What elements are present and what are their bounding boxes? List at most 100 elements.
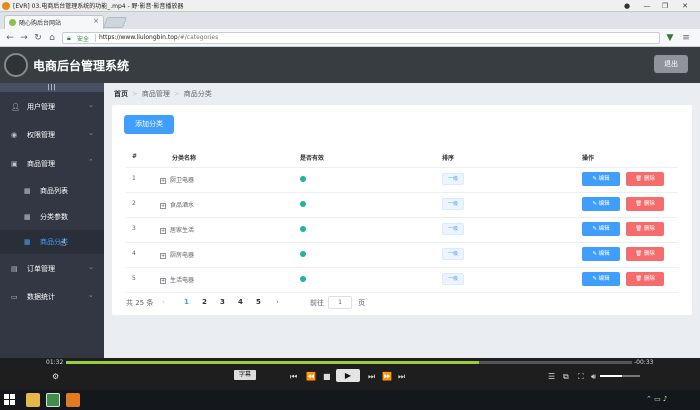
edit-button[interactable]: ✎ 编辑 bbox=[582, 247, 620, 261]
expand-icon[interactable]: + bbox=[160, 278, 166, 284]
page-number[interactable]: 2 bbox=[202, 298, 207, 306]
delete-button[interactable]: 🗑︎ 删除 bbox=[626, 172, 664, 186]
forward-icon[interactable]: → bbox=[18, 32, 30, 44]
new-tab-button[interactable] bbox=[102, 17, 128, 28]
sidebar-item-goods-list[interactable]: ▦ 商品列表 bbox=[0, 179, 104, 203]
delete-button[interactable]: 🗑︎ 删除 bbox=[626, 197, 664, 211]
volume-fill bbox=[600, 375, 622, 377]
skip-back-icon[interactable]: ⏮ bbox=[290, 372, 297, 382]
goto-page-input[interactable]: 1 bbox=[328, 296, 352, 309]
add-category-button[interactable]: 添加分类 bbox=[124, 115, 174, 134]
tab-close-icon[interactable]: × bbox=[93, 17, 99, 25]
edit-button[interactable]: ✎ 编辑 bbox=[582, 197, 620, 211]
file-explorer-icon[interactable] bbox=[26, 393, 40, 407]
logout-button[interactable]: 退出 bbox=[654, 55, 688, 73]
edit-label: 编辑 bbox=[598, 176, 610, 182]
breadcrumb-separator: > bbox=[132, 90, 138, 98]
minimize-icon[interactable]: — bbox=[640, 1, 654, 11]
elapsed-time: 01:32 bbox=[46, 359, 64, 366]
playlist-icon[interactable]: ☰ bbox=[548, 372, 555, 381]
sidebar-item-stats[interactable]: ▭ 数据统计 ⌄ bbox=[0, 285, 104, 309]
breadcrumb: 首页 > 商品管理 > 商品分类 bbox=[114, 89, 212, 99]
trash-icon: 🗑︎ bbox=[635, 276, 644, 282]
rewind-icon[interactable]: ⏪ bbox=[306, 372, 316, 381]
sidebar-item-categories[interactable]: ▦ 商品分类 ☝︎ bbox=[0, 230, 104, 254]
expand-icon[interactable]: + bbox=[160, 203, 166, 209]
play-button[interactable]: ▶ bbox=[336, 369, 360, 382]
edit-button[interactable]: ✎ 编辑 bbox=[582, 172, 620, 186]
player-settings-icon[interactable]: ⚙ bbox=[52, 372, 59, 381]
edit-button[interactable]: ✎ 编辑 bbox=[582, 222, 620, 236]
category-name-cell: + 生活电器 bbox=[160, 275, 194, 284]
seek-bar[interactable] bbox=[66, 361, 632, 364]
prev-page-icon[interactable]: ‹ bbox=[162, 298, 165, 306]
users-icon: 👤︎ bbox=[11, 103, 20, 111]
chevron-up-icon: ⌃ bbox=[88, 158, 94, 166]
browser-menu-icon[interactable]: ≡ bbox=[680, 32, 692, 44]
breadcrumb-separator: > bbox=[173, 90, 180, 98]
step-forward-icon[interactable]: ⏭ bbox=[368, 372, 375, 382]
fast-forward-icon[interactable]: ⏩ bbox=[382, 372, 392, 381]
browser-tab[interactable]: 随心购后台网站 × bbox=[4, 15, 104, 29]
fullscreen-icon[interactable]: ⛶ bbox=[578, 372, 584, 382]
screenshot-icon[interactable]: ⧉ bbox=[563, 372, 569, 382]
sidebar-item-orders[interactable]: ▤ 订单管理 ⌄ bbox=[0, 257, 104, 281]
page-number[interactable]: 3 bbox=[220, 298, 225, 306]
valid-check-icon bbox=[300, 226, 306, 232]
next-page-icon[interactable]: › bbox=[276, 298, 279, 306]
sidebar-item-label: 数据统计 bbox=[27, 293, 55, 301]
goto-prefix: 前往 bbox=[310, 299, 324, 307]
volume-icon[interactable]: 🔊︎ bbox=[591, 372, 596, 382]
breadcrumb-level1: 商品管理 bbox=[141, 90, 170, 98]
tray-icons[interactable]: ⌃ ▭ ♪ bbox=[646, 395, 667, 403]
address-bar[interactable]: 🔒︎ 安全 https://www.liulongbin.top/#/categ… bbox=[62, 32, 660, 44]
close-icon[interactable]: ✕ bbox=[678, 1, 692, 11]
row-index: 1 bbox=[132, 175, 136, 182]
edit-button[interactable]: ✎ 编辑 bbox=[582, 272, 620, 286]
sidebar-item-goods[interactable]: ▣ 商品管理 ⌃ bbox=[0, 152, 104, 176]
grid-icon: ▦ bbox=[24, 238, 31, 246]
sidebar-item-label: 用户管理 bbox=[27, 103, 55, 111]
sidebar-item-params[interactable]: ▦ 分类参数 bbox=[0, 205, 104, 229]
sidebar-item-permissions[interactable]: ◉ 权限管理 ⌄ bbox=[0, 123, 104, 147]
delete-label: 删除 bbox=[643, 251, 655, 257]
delete-button[interactable]: 🗑︎ 删除 bbox=[626, 272, 664, 286]
expand-icon[interactable]: + bbox=[160, 253, 166, 259]
player-taskbar-icon[interactable] bbox=[66, 393, 80, 407]
sidebar-toggle-button[interactable]: ||| bbox=[0, 83, 104, 92]
page-number[interactable]: 1 bbox=[184, 298, 189, 306]
player-menu-icon[interactable]: ● bbox=[620, 1, 634, 11]
player-window-title: [EVR] 03.电商后台管理系统的功能_.mp4 - 野·影音·影音播放器 bbox=[13, 3, 184, 10]
sidebar-item-users[interactable]: 👤︎ 用户管理 ⌄ bbox=[0, 95, 104, 119]
pagination: 共 25 条 ‹ 1 2 3 4 5 › 前往 1 页 bbox=[126, 296, 686, 312]
chrome-icon[interactable] bbox=[46, 393, 60, 407]
volume-slider[interactable] bbox=[600, 375, 640, 377]
level-tag: 一级 bbox=[442, 198, 464, 210]
back-icon[interactable]: ← bbox=[4, 32, 16, 44]
trash-icon: 🗑︎ bbox=[635, 251, 644, 257]
category-name: 厨卫电器 bbox=[170, 177, 195, 184]
chevron-down-icon: ⌄ bbox=[88, 291, 94, 299]
edit-label: 编辑 bbox=[598, 251, 610, 257]
home-icon[interactable]: ⌂ bbox=[46, 32, 58, 44]
subtitle-button[interactable]: 字幕 bbox=[234, 370, 256, 380]
delete-button[interactable]: 🗑︎ 删除 bbox=[626, 247, 664, 261]
extension-icon[interactable]: ▼ bbox=[664, 32, 676, 44]
expand-icon[interactable]: + bbox=[160, 178, 166, 184]
page-number[interactable]: 5 bbox=[256, 298, 261, 306]
expand-icon[interactable]: + bbox=[160, 228, 166, 234]
windows-start-icon[interactable] bbox=[4, 394, 15, 405]
category-name-cell: + 厨房电器 bbox=[160, 250, 194, 259]
page-number[interactable]: 4 bbox=[238, 298, 243, 306]
reload-icon[interactable]: ↻ bbox=[32, 32, 44, 44]
maximize-icon[interactable]: ❐ bbox=[658, 1, 672, 11]
table-header: # 分类名称 是否有效 排序 操作 bbox=[126, 147, 678, 168]
chevron-down-icon: ⌄ bbox=[88, 263, 94, 271]
skip-next-icon[interactable]: ⏭ bbox=[398, 372, 405, 382]
stop-icon[interactable]: ■ bbox=[323, 372, 331, 381]
delete-button[interactable]: 🗑︎ 删除 bbox=[626, 222, 664, 236]
category-name-cell: + 居家生活 bbox=[160, 225, 194, 234]
address-divider bbox=[95, 34, 96, 42]
breadcrumb-home[interactable]: 首页 bbox=[114, 90, 128, 98]
edit-label: 编辑 bbox=[598, 201, 610, 207]
